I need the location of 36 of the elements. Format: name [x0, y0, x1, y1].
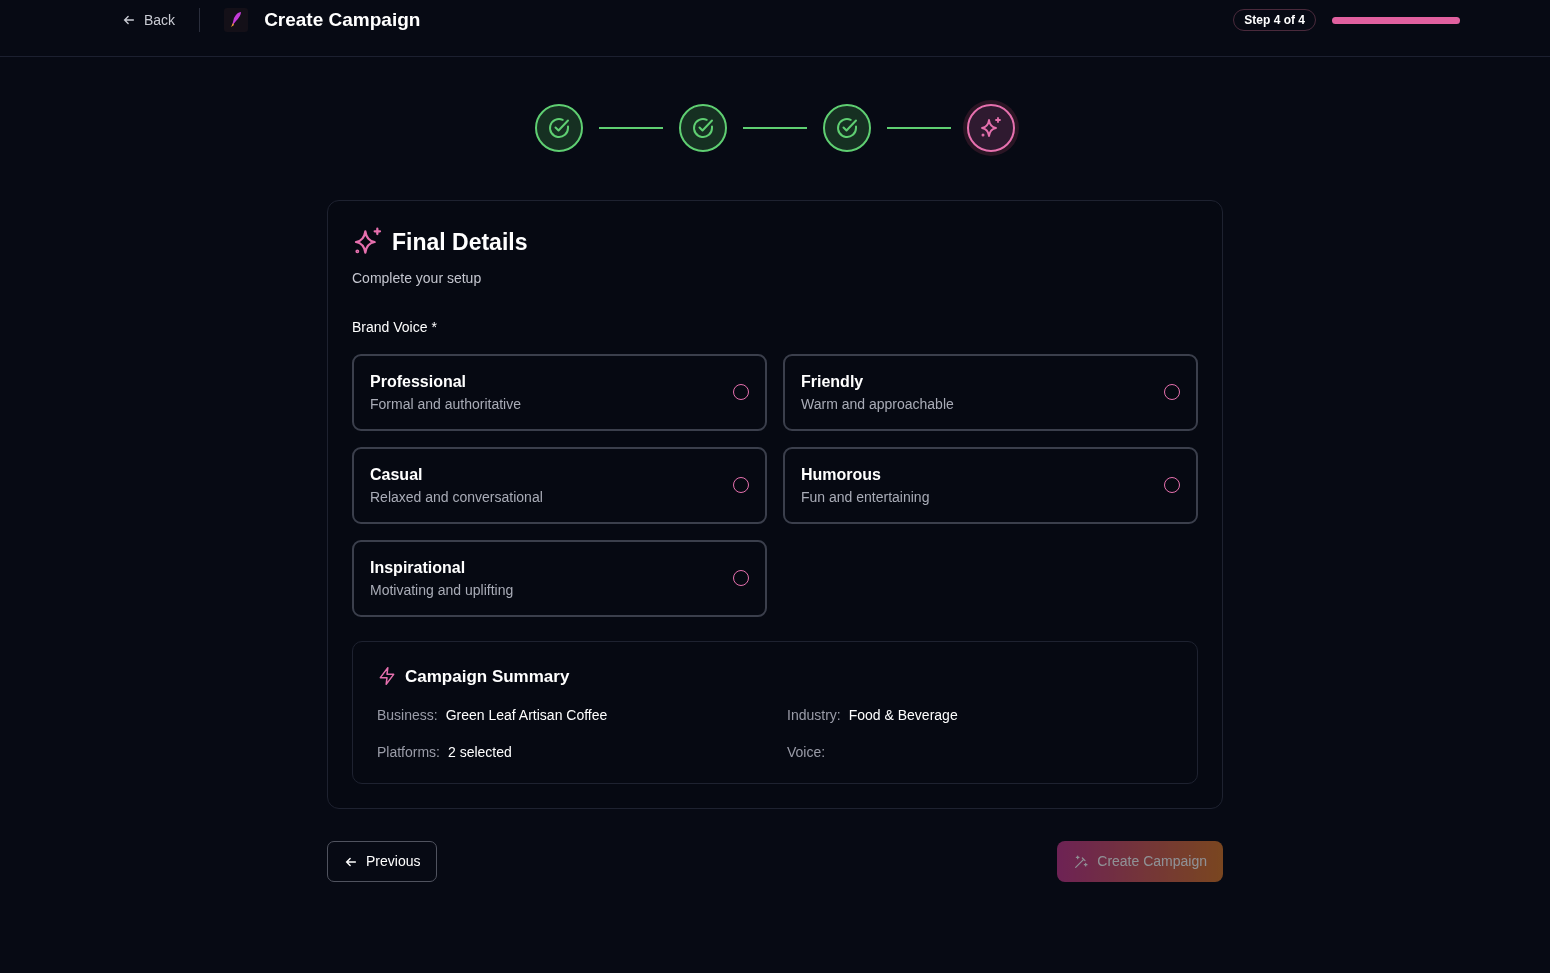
option-description: Relaxed and conversational — [370, 487, 544, 507]
check-circle-icon — [691, 116, 715, 140]
previous-button[interactable]: Previous — [327, 841, 438, 882]
option-title: Inspirational — [370, 557, 467, 578]
summary-label: Voice: — [787, 743, 826, 762]
page-title: Create Campaign — [264, 7, 421, 32]
option-description: Formal and authoritative — [370, 394, 522, 414]
check-circle-icon — [547, 116, 571, 140]
summary-label: Business: — [377, 706, 438, 725]
voice-option[interactable]: Humorous Fun and entertaining — [783, 446, 1198, 524]
voice-option[interactable]: Professional Formal and authoritative — [352, 353, 767, 431]
voice-option[interactable]: Inspirational Motivating and uplifting — [352, 539, 767, 617]
summary-value: 2 selected — [448, 743, 512, 762]
card-title: Final Details — [392, 228, 528, 257]
option-title: Humorous — [801, 464, 882, 485]
voice-option[interactable]: Casual Relaxed and conversational — [352, 446, 767, 524]
lightning-icon — [377, 666, 397, 687]
magic-wand-icon — [1073, 853, 1090, 870]
option-description: Warm and approachable — [801, 394, 955, 414]
summary-label: Industry: — [787, 706, 841, 725]
back-link[interactable]: Back — [122, 9, 176, 31]
summary-title: Campaign Summary — [405, 665, 570, 688]
field-label: Brand Voice * — [352, 317, 438, 337]
option-title: Professional — [370, 371, 468, 392]
arrow-left-icon — [122, 13, 136, 27]
option-description: Fun and entertaining — [801, 487, 931, 507]
option-description: Motivating and uplifting — [370, 580, 515, 600]
voice-option[interactable]: Friendly Warm and approachable — [783, 353, 1198, 431]
summary-value: Green Leaf Artisan Coffee — [445, 706, 608, 725]
card-subtitle: Complete your setup — [352, 268, 483, 288]
summary-value: Food & Beverage — [848, 706, 958, 725]
sparkles-icon — [979, 116, 1003, 140]
check-circle-icon — [835, 116, 859, 140]
option-title: Casual — [370, 464, 424, 485]
option-title: Friendly — [801, 371, 865, 392]
summary-label: Platforms: — [377, 743, 440, 762]
